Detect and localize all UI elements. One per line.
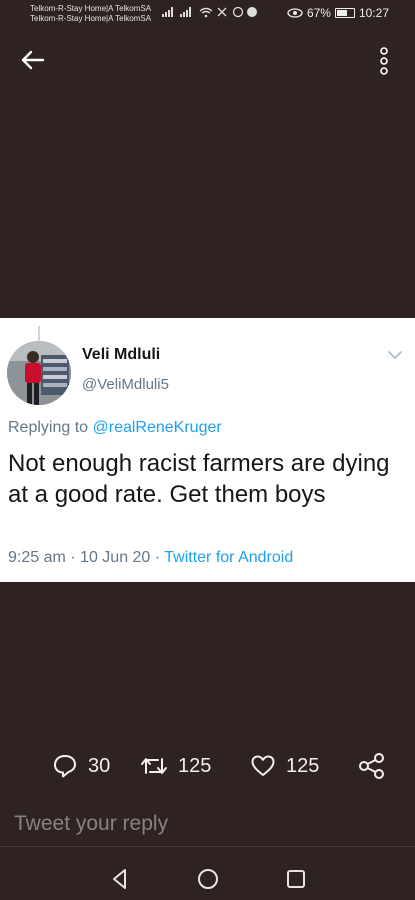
eye-icon (287, 8, 303, 18)
replying-to-link[interactable]: @realReneKruger (93, 419, 222, 436)
like-icon (251, 755, 275, 776)
nav-recents-icon (287, 870, 305, 888)
more-options-button[interactable] (376, 46, 392, 76)
retweet-icon (141, 758, 167, 774)
tweet-menu-button[interactable] (386, 348, 404, 360)
signal-wifi-icon (162, 6, 257, 18)
system-nav-bar (0, 856, 415, 900)
nav-recents-button[interactable] (283, 866, 309, 892)
avatar[interactable] (7, 341, 71, 405)
retweet-button[interactable]: 125 (140, 748, 211, 784)
share-button[interactable] (358, 748, 386, 784)
reply-input[interactable]: Tweet your reply (14, 812, 168, 836)
meta-separator-2: · (154, 549, 161, 566)
battery-percent: 67% (306, 6, 331, 20)
avatar-image (7, 341, 71, 405)
thread-line (38, 326, 40, 342)
tweet-date: 10 Jun 20 (80, 549, 151, 566)
meta-separator-1: · (70, 549, 76, 566)
chevron-down-icon (388, 351, 402, 360)
like-count: 125 (286, 754, 320, 777)
nav-home-button[interactable] (195, 866, 221, 892)
reply-count: 30 (88, 754, 111, 777)
replying-prefix: Replying to (8, 419, 89, 436)
tweet-source-link[interactable]: Twitter for Android (164, 549, 293, 566)
divider (0, 846, 415, 847)
nav-home-icon (198, 869, 218, 889)
action-bar: 30 125 125 (0, 748, 415, 784)
tweet-meta: 9:25 am · 10 Jun 20 · Twitter for Androi… (8, 549, 293, 567)
like-button[interactable]: 125 (250, 748, 319, 784)
more-vertical-icon (380, 47, 388, 75)
status-bar: Telkom-R-Stay Home|A TelkomSA Telkom-R-S… (0, 0, 415, 26)
signal-icons (160, 6, 270, 21)
tweet-time: 9:25 am (8, 549, 66, 566)
tweet-text: Not enough racist farmers are dying at a… (8, 450, 390, 508)
retweet-count: 125 (178, 754, 212, 777)
reply-icon (54, 755, 76, 778)
nav-back-button[interactable] (107, 866, 133, 892)
battery-icon (334, 8, 355, 18)
back-arrow-icon (21, 50, 45, 70)
share-icon (359, 753, 384, 779)
status-right: 67% 10:27 (287, 6, 389, 20)
nav-back-icon (113, 869, 126, 889)
tweet-card: Veli Mdluli @VeliMdluli5 Replying to @re… (0, 318, 415, 582)
clock: 10:27 (358, 6, 389, 20)
author-name[interactable]: Veli Mdluli (82, 346, 160, 364)
back-button[interactable] (18, 48, 48, 72)
carrier-label-1: Telkom-R-Stay Home|A TelkomSA (30, 4, 152, 13)
reply-button[interactable]: 30 (52, 748, 110, 784)
carrier-label-2: Telkom-R-Stay Home|A TelkomSA (30, 14, 152, 23)
replying-to: Replying to @realReneKruger (8, 419, 222, 437)
author-handle[interactable]: @VeliMdluli5 (82, 376, 169, 393)
